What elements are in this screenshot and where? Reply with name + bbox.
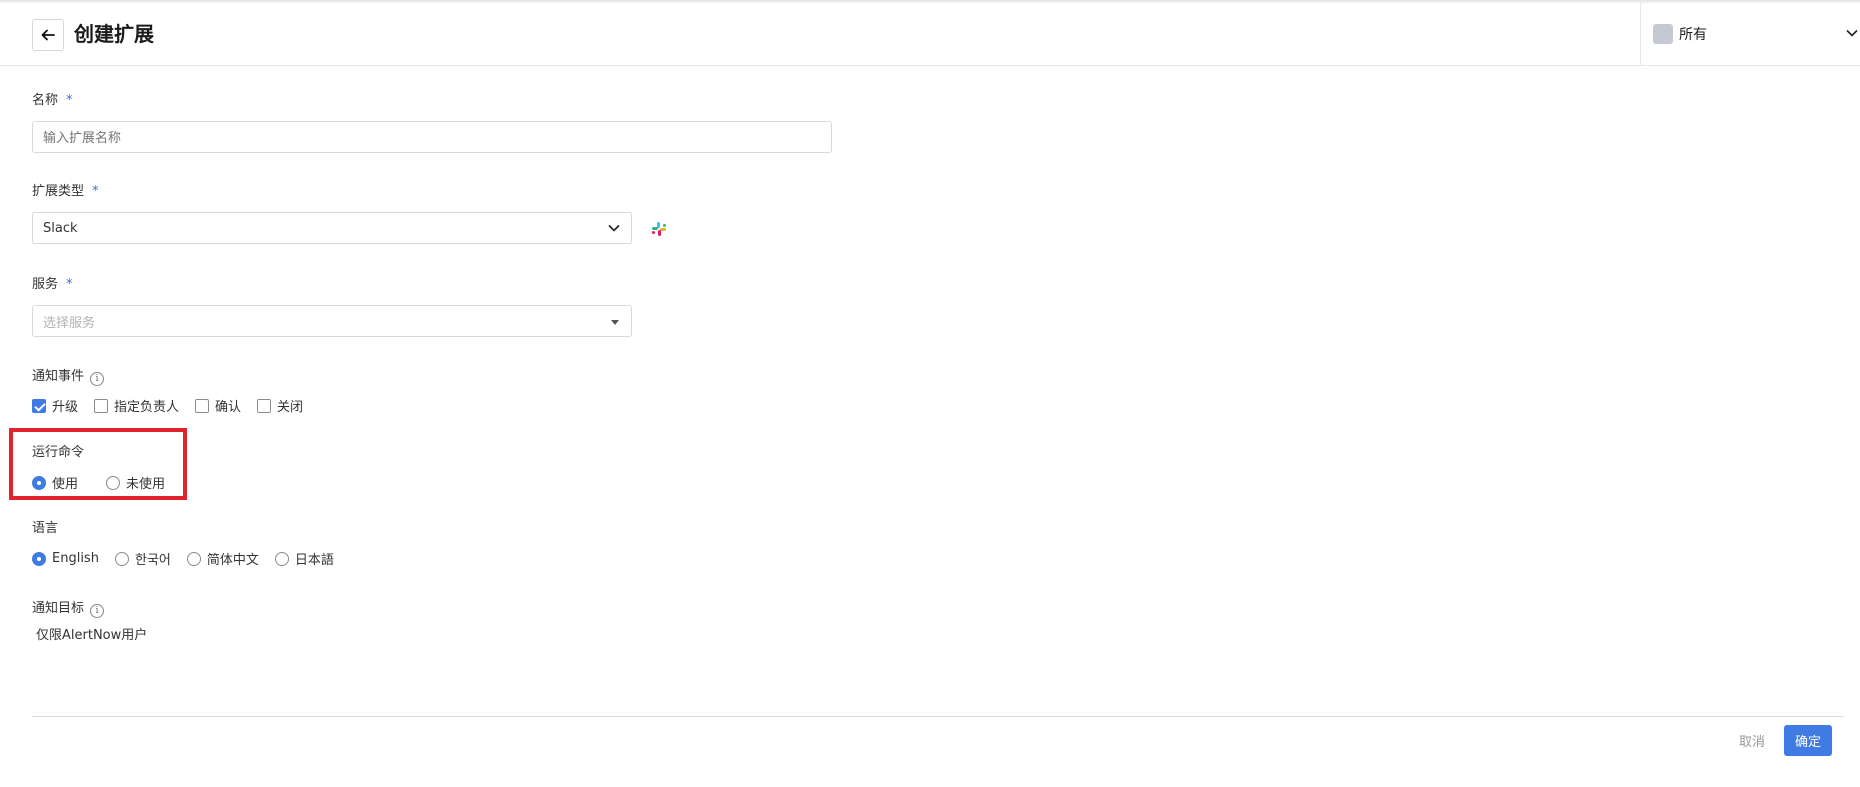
checkbox-unchecked[interactable]	[195, 398, 210, 413]
language-group: English 한국어 简体中文 日本語	[32, 549, 350, 568]
checkbox-acknowledge[interactable]: 确认	[195, 396, 241, 415]
radio-chinese[interactable]: 简体中文	[186, 549, 259, 568]
radio-selected[interactable]	[32, 551, 46, 566]
scope-label: 所有	[1679, 27, 1707, 43]
checkbox-escalation[interactable]: 升级	[32, 396, 78, 415]
confirm-button[interactable]: 确定	[1784, 725, 1832, 756]
info-icon: i	[90, 604, 105, 618]
radio-japanese[interactable]: 日本語	[274, 549, 334, 568]
checkbox-label: 确认	[215, 400, 242, 415]
required-mark: *	[92, 184, 99, 199]
highlight-box	[9, 428, 187, 500]
caret-down-icon	[611, 320, 619, 325]
slack-icon	[652, 222, 666, 236]
radio-english[interactable]: English	[32, 551, 99, 566]
notify-events-group: 升级 指定负责人 确认 关闭	[32, 396, 319, 415]
radio-unselected[interactable]	[186, 551, 201, 566]
checkbox-assign-responder[interactable]: 指定负责人	[94, 396, 179, 415]
notify-target-value: 仅限AlertNow用户	[36, 628, 148, 643]
checkbox-label: 指定负责人	[114, 400, 180, 415]
required-mark: *	[66, 277, 73, 292]
info-icon: i	[90, 372, 105, 386]
required-mark: *	[66, 93, 73, 108]
service-placeholder: 选择服务	[43, 315, 96, 331]
radio-unselected[interactable]	[114, 551, 129, 566]
notify-target-label: 通知目标 i	[32, 600, 105, 618]
arrow-left-icon	[41, 29, 55, 41]
service-select[interactable]: 选择服务	[32, 305, 632, 337]
name-label: 名称 *	[32, 93, 73, 108]
chevron-down-icon	[608, 224, 620, 232]
radio-korean[interactable]: 한국어	[114, 549, 171, 568]
checkbox-label: 关闭	[277, 400, 304, 415]
checkbox-unchecked[interactable]	[94, 398, 109, 413]
scope-selector[interactable]: 所有	[1640, 0, 1860, 65]
back-button[interactable]	[32, 19, 64, 51]
extension-type-label: 扩展类型 *	[32, 184, 99, 199]
radio-label: English	[52, 551, 99, 566]
radio-label: 日本語	[294, 553, 334, 568]
radio-unselected[interactable]	[274, 551, 289, 566]
service-label: 服务 *	[32, 277, 73, 292]
notify-events-label: 通知事件 i	[32, 368, 105, 386]
chevron-down-icon	[1846, 29, 1858, 37]
page-header: 创建扩展 所有	[0, 0, 1860, 66]
extension-type-select[interactable]: Slack	[32, 212, 632, 244]
checkbox-checked[interactable]	[32, 398, 46, 413]
checkbox-label: 升级	[52, 400, 79, 415]
name-input[interactable]	[32, 121, 832, 153]
checkbox-close[interactable]: 关闭	[257, 396, 303, 415]
organization-icon	[1653, 24, 1673, 44]
language-label: 语言	[32, 521, 59, 536]
checkbox-unchecked[interactable]	[257, 398, 272, 413]
cancel-button[interactable]: 取消	[1730, 726, 1774, 754]
extension-type-value: Slack	[43, 220, 78, 236]
radio-label: 한국어	[134, 553, 171, 568]
radio-label: 简体中文	[206, 553, 259, 568]
page-title: 创建扩展	[74, 22, 154, 46]
footer-divider	[32, 716, 1844, 717]
